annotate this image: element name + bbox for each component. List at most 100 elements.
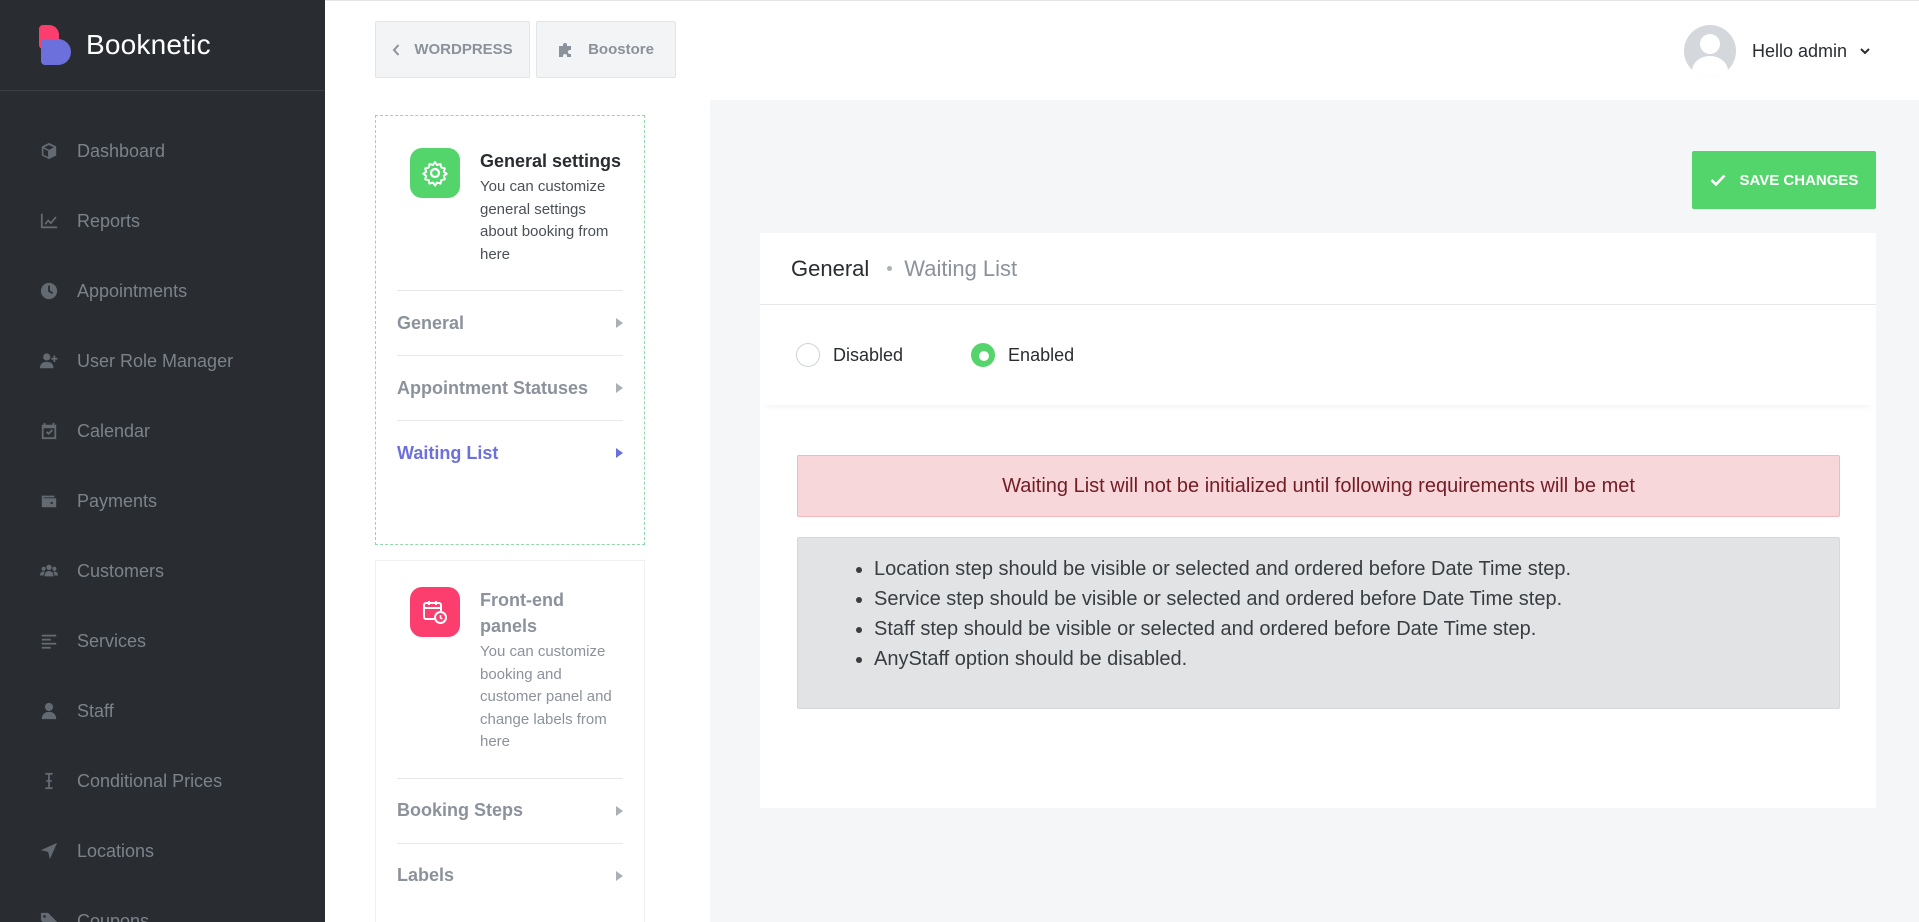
sidebar-menu: Dashboard Reports Appointments User Role… bbox=[0, 116, 325, 922]
sidebar-item-label: Staff bbox=[77, 700, 114, 721]
sidebar: Booknetic Dashboard Reports Appointments… bbox=[0, 0, 325, 922]
sidebar-item-label: Appointments bbox=[77, 280, 188, 301]
frontend-panels-title: Front-end panels bbox=[480, 590, 564, 636]
user-menu[interactable]: Hello admin bbox=[1683, 25, 1871, 77]
breadcrumb: General Waiting List bbox=[760, 233, 1876, 305]
radio-circle-selected[interactable] bbox=[971, 343, 996, 367]
location-arrow-icon bbox=[39, 841, 59, 861]
sidebar-item-user-role-manager[interactable]: User Role Manager bbox=[0, 326, 325, 396]
avatar bbox=[1683, 25, 1736, 77]
list-item: Location step should be visible or selec… bbox=[874, 554, 1839, 584]
radio-circle[interactable] bbox=[796, 343, 820, 367]
settings-item-labels[interactable]: Labels bbox=[397, 842, 623, 908]
i-cursor-icon bbox=[39, 771, 59, 791]
general-settings-list: General Appointment Statuses Waiting Lis… bbox=[397, 290, 623, 485]
gear-icon bbox=[410, 148, 460, 198]
users-icon bbox=[39, 561, 59, 581]
boostore-label: Boostore bbox=[588, 41, 654, 58]
breadcrumb-general: General bbox=[791, 255, 870, 281]
sidebar-item-locations[interactable]: Locations bbox=[0, 816, 325, 886]
requirements-alert: Waiting List will not be initialized unt… bbox=[797, 455, 1840, 517]
sidebar-item-calendar[interactable]: Calendar bbox=[0, 396, 325, 466]
settings-item-waiting-list[interactable]: Waiting List bbox=[397, 420, 623, 485]
settings-navigation: General settings You can customize gener… bbox=[325, 100, 710, 922]
wordpress-label: WORDPRESS bbox=[414, 41, 513, 58]
user-greeting: Hello admin bbox=[1751, 40, 1847, 61]
radio-disabled-label: Disabled bbox=[833, 344, 904, 365]
settings-item-general[interactable]: General bbox=[397, 290, 623, 355]
general-settings-description: You can customize general settings about… bbox=[480, 178, 609, 263]
breadcrumb-separator bbox=[887, 266, 893, 271]
wordpress-button[interactable]: WORDPRESS bbox=[375, 21, 530, 78]
frontend-panels-description: You can customize booking and customer p… bbox=[480, 643, 612, 750]
settings-item-label: General bbox=[397, 312, 465, 333]
radio-enabled-label: Enabled bbox=[1008, 344, 1075, 365]
waiting-list-toggle: Disabled Enabled bbox=[760, 305, 1876, 405]
tag-icon bbox=[39, 911, 59, 922]
sidebar-item-label: Calendar bbox=[77, 420, 151, 441]
general-settings-card: General settings You can customize gener… bbox=[375, 115, 645, 545]
calendar-check-icon bbox=[39, 421, 59, 441]
sidebar-item-coupons[interactable]: Coupons bbox=[0, 886, 325, 922]
radio-enabled[interactable]: Enabled bbox=[971, 343, 1074, 367]
settings-item-label: Appointment Statuses bbox=[397, 377, 589, 398]
sidebar-item-staff[interactable]: Staff bbox=[0, 676, 325, 746]
boostore-button[interactable]: Boostore bbox=[536, 21, 676, 78]
list-item: AnyStaff option should be disabled. bbox=[874, 644, 1839, 674]
caret-right-icon bbox=[616, 318, 623, 328]
caret-right-icon bbox=[616, 870, 623, 881]
settings-item-appointment-statuses[interactable]: Appointment Statuses bbox=[397, 355, 623, 420]
chart-line-icon bbox=[39, 211, 59, 231]
save-changes-label: SAVE CHANGES bbox=[1739, 171, 1859, 189]
sidebar-item-label: Services bbox=[77, 630, 147, 651]
cube-icon bbox=[39, 141, 59, 161]
brand-name: Booknetic bbox=[86, 29, 211, 60]
sidebar-item-reports[interactable]: Reports bbox=[0, 186, 325, 256]
caret-right-icon bbox=[616, 383, 623, 393]
sidebar-item-label: Dashboard bbox=[77, 140, 166, 161]
caret-right-icon bbox=[616, 805, 623, 816]
requirements-box: Location step should be visible or selec… bbox=[797, 537, 1840, 709]
waiting-list-panel: General Waiting List Disabled Enabled Wa… bbox=[760, 233, 1876, 808]
list-item: Staff step should be visible or selected… bbox=[874, 614, 1839, 644]
general-settings-title: General settings bbox=[480, 151, 622, 171]
list-item: Service step should be visible or select… bbox=[874, 584, 1839, 614]
sidebar-item-payments[interactable]: Payments bbox=[0, 466, 325, 536]
user-plus-icon bbox=[39, 351, 59, 371]
sidebar-item-conditional-prices[interactable]: Conditional Prices bbox=[0, 746, 325, 816]
caret-right-icon bbox=[616, 448, 623, 458]
sidebar-item-services[interactable]: Services bbox=[0, 606, 325, 676]
sidebar-item-customers[interactable]: Customers bbox=[0, 536, 325, 606]
user-icon bbox=[39, 701, 59, 721]
requirements-list: Location step should be visible or selec… bbox=[874, 554, 1839, 674]
frontend-panels-list: Booking Steps Labels bbox=[397, 777, 623, 908]
sidebar-item-label: Reports bbox=[77, 210, 141, 231]
sidebar-item-label: Payments bbox=[77, 490, 158, 511]
sidebar-item-label: Customers bbox=[77, 560, 165, 581]
radio-disabled[interactable]: Disabled bbox=[796, 343, 903, 367]
settings-item-label: Waiting List bbox=[397, 442, 499, 463]
sidebar-item-appointments[interactable]: Appointments bbox=[0, 256, 325, 326]
settings-item-label: Labels bbox=[397, 865, 455, 885]
sidebar-item-label: Conditional Prices bbox=[77, 770, 223, 791]
save-changes-button[interactable]: SAVE CHANGES bbox=[1692, 151, 1876, 209]
breadcrumb-waiting-list: Waiting List bbox=[904, 255, 1018, 281]
chevron-down-icon bbox=[1859, 42, 1871, 61]
sidebar-item-label: Coupons bbox=[77, 910, 150, 922]
chevron-left-icon bbox=[392, 43, 400, 56]
calendar-clock-icon bbox=[410, 587, 460, 637]
frontend-panels-card: Front-end panels You can customize booki… bbox=[375, 560, 645, 922]
align-left-icon bbox=[39, 631, 59, 651]
wallet-icon bbox=[39, 491, 59, 511]
clock-icon bbox=[39, 281, 59, 301]
sidebar-item-label: User Role Manager bbox=[77, 350, 234, 371]
puzzle-icon bbox=[558, 42, 574, 58]
settings-item-label: Booking Steps bbox=[397, 800, 524, 820]
settings-item-booking-steps[interactable]: Booking Steps bbox=[397, 777, 623, 843]
check-icon bbox=[1710, 174, 1726, 186]
booknetic-logo-icon bbox=[39, 25, 73, 65]
sidebar-item-dashboard[interactable]: Dashboard bbox=[0, 116, 325, 186]
top-header: WORDPRESS Boostore Hello admin bbox=[325, 0, 1919, 100]
sidebar-item-label: Locations bbox=[77, 840, 155, 861]
brand[interactable]: Booknetic bbox=[0, 0, 325, 91]
